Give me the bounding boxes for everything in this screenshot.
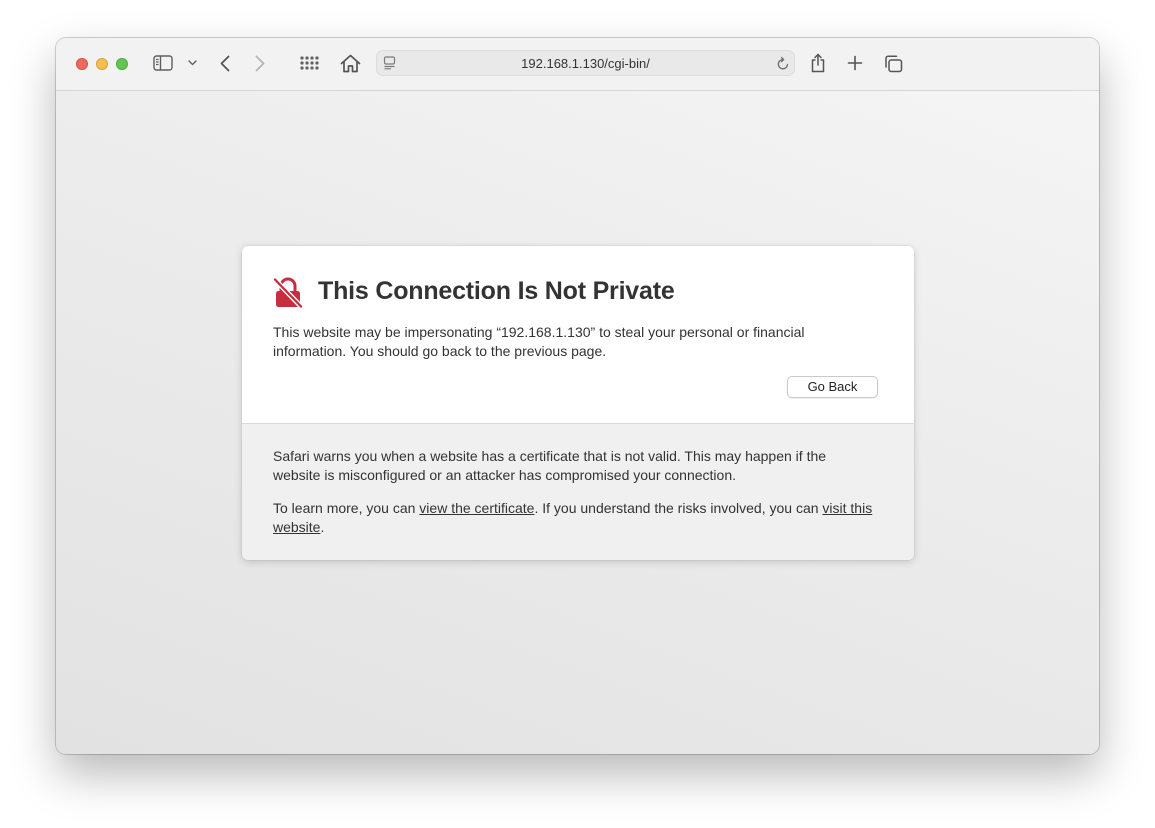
- warning-message: This website may be impersonating “192.1…: [273, 324, 805, 359]
- reload-icon[interactable]: [776, 56, 790, 76]
- tabs-icon[interactable]: [882, 53, 904, 75]
- share-icon[interactable]: [808, 52, 828, 74]
- zoom-button[interactable]: [116, 58, 128, 70]
- sidebar-icon[interactable]: [152, 54, 174, 72]
- details-text: Safari warns you when a website has a ce…: [273, 448, 827, 483]
- plus-icon[interactable]: [845, 53, 865, 73]
- learn-more-text: To learn more, you can view the certific…: [273, 499, 873, 537]
- minimize-button[interactable]: [96, 58, 108, 70]
- warning-summary: This Connection Is Not Private This webs…: [242, 246, 914, 424]
- close-button[interactable]: [76, 58, 88, 70]
- chevron-down-icon[interactable]: [186, 58, 198, 68]
- go-back-button[interactable]: Go Back: [787, 376, 878, 398]
- chevron-left-icon[interactable]: [217, 53, 233, 73]
- chevron-right-icon[interactable]: [252, 53, 268, 73]
- learn-suffix: .: [320, 519, 325, 535]
- warning-card: This Connection Is Not Private This webs…: [242, 246, 914, 560]
- browser-window: 192.168.1.130/cgi-bin/ This Connection I…: [56, 38, 1099, 754]
- home-icon[interactable]: [339, 52, 361, 74]
- toolbar: 192.168.1.130/cgi-bin/: [56, 38, 1099, 91]
- learn-middle: . If you understand the risks involved, …: [534, 500, 823, 516]
- warning-title: This Connection Is Not Private: [318, 277, 675, 305]
- view-certificate-link[interactable]: view the certificate: [419, 500, 534, 516]
- url-text[interactable]: 192.168.1.130/cgi-bin/: [377, 51, 794, 76]
- grid-icon[interactable]: [299, 55, 321, 71]
- learn-prefix: To learn more, you can: [273, 500, 420, 516]
- address-bar[interactable]: 192.168.1.130/cgi-bin/: [376, 50, 795, 76]
- broken-lock-icon: [272, 276, 304, 314]
- warning-details: Safari warns you when a website has a ce…: [242, 424, 914, 560]
